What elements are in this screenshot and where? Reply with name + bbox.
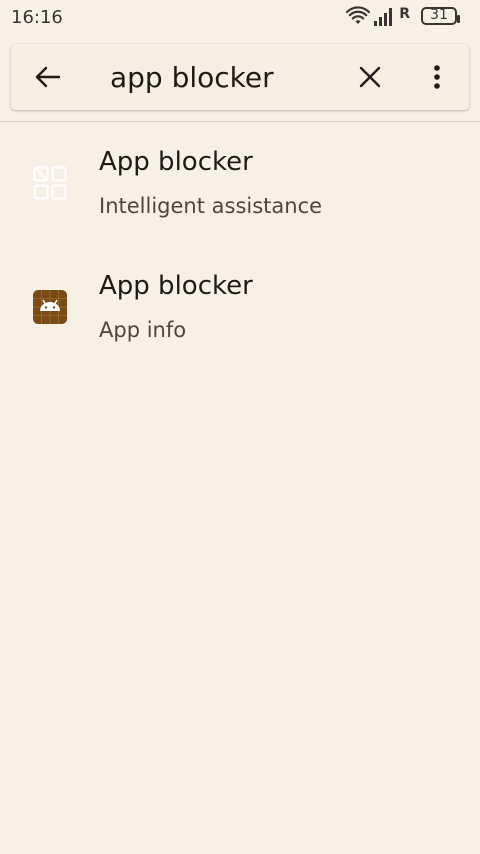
search-bar: [11, 44, 469, 110]
search-input[interactable]: [110, 58, 350, 96]
android-app-icon: [33, 290, 67, 324]
back-arrow-icon[interactable]: [33, 65, 61, 89]
search-result-item[interactable]: App blocker App info: [0, 248, 480, 372]
battery-icon: 31: [421, 7, 460, 25]
result-title: App blocker: [99, 271, 253, 301]
result-title: App blocker: [99, 147, 253, 177]
wifi-icon: [346, 6, 370, 24]
result-subtitle: App info: [99, 318, 187, 342]
signal-icon: [374, 8, 392, 26]
result-subtitle: Intelligent assistance: [99, 194, 323, 218]
more-vert-icon[interactable]: [427, 62, 447, 92]
search-result-item[interactable]: App blocker Intelligent assistance: [0, 124, 480, 248]
roaming-indicator: R: [399, 6, 410, 22]
status-icons: R 31: [330, 6, 460, 28]
divider: [0, 121, 480, 122]
close-icon[interactable]: [357, 64, 383, 90]
app-grid-block-icon: [33, 166, 67, 200]
status-time: 16:16: [11, 7, 63, 28]
status-bar: 16:16 R 31: [0, 0, 480, 34]
battery-level: 31: [430, 7, 448, 23]
